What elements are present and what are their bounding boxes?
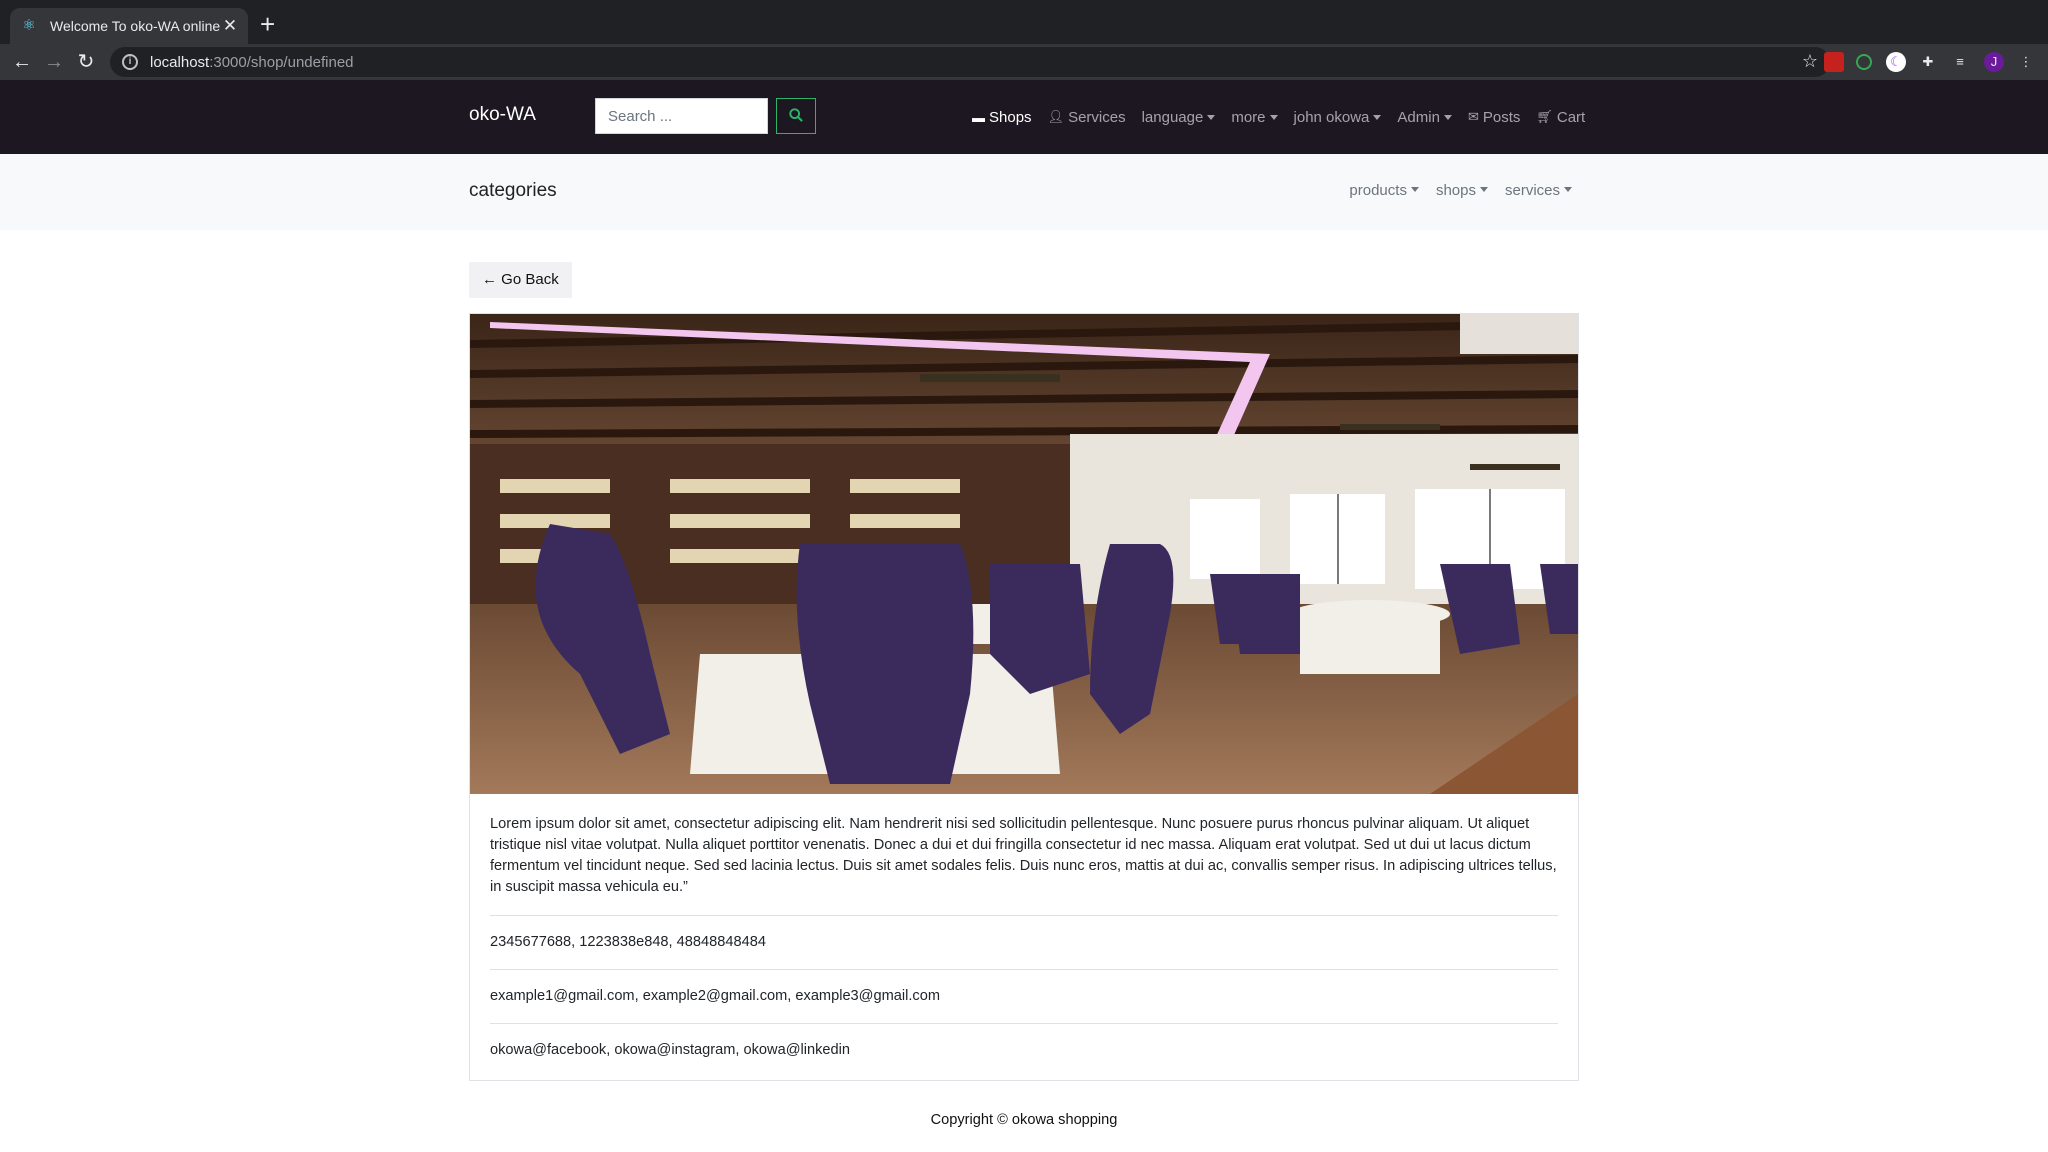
react-favicon-icon: ⚛ xyxy=(22,17,36,34)
shop-phones: 2345677688, 1223838e848, 48848848484 xyxy=(490,934,766,950)
nav-services-label: Services xyxy=(1068,108,1126,126)
forward-icon[interactable]: → xyxy=(40,48,68,76)
footer-copyright: Copyright © okowa shopping xyxy=(930,1112,1118,1128)
nav-language-label: language xyxy=(1141,108,1204,126)
cat-products-dropdown[interactable]: products xyxy=(1349,182,1419,199)
search-icon xyxy=(789,108,803,122)
extension-green-icon[interactable] xyxy=(1856,54,1872,70)
site-info-icon[interactable]: i xyxy=(122,54,138,70)
browser-tabstrip: ⚛ Welcome To oko-WA online St ✕ + xyxy=(0,0,2048,44)
search-input[interactable] xyxy=(595,98,768,134)
categories-bar: categories products shops services xyxy=(0,154,2048,230)
close-tab-icon[interactable]: ✕ xyxy=(222,16,238,36)
url-host: localhost xyxy=(150,53,210,71)
shop-description: Lorem ipsum dolor sit amet, consectetur … xyxy=(490,816,1557,895)
nav-user-label: john okowa xyxy=(1293,108,1370,126)
categories-links: products shops services xyxy=(1332,182,1572,199)
cart-icon: 🛒︎ xyxy=(1536,109,1553,124)
shop-socials: okowa@facebook, okowa@instagram, okowa@l… xyxy=(490,1042,851,1058)
address-bar[interactable]: i localhost:3000/shop/undefined ☆ xyxy=(110,47,1830,77)
nav-user-dropdown[interactable]: john okowa xyxy=(1294,109,1382,126)
nav-more-dropdown[interactable]: more xyxy=(1231,109,1277,126)
nav-admin-label: Admin xyxy=(1397,108,1440,126)
go-back-button[interactable]: ← Go Back xyxy=(469,262,572,298)
cat-services-dropdown[interactable]: services xyxy=(1505,182,1572,199)
top-navbar: oko-WA ▬ Shops 👤︎ Services language more… xyxy=(0,80,2048,154)
extension-moon-icon[interactable]: ☾ xyxy=(1886,52,1906,72)
browser-toolbar: ← → ↻ i localhost:3000/shop/undefined ☆ … xyxy=(0,44,2048,80)
browser-menu-icon[interactable]: ⋮ xyxy=(2016,52,2036,72)
nav-links: ▬ Shops 👤︎ Services language more john o… xyxy=(972,80,1601,154)
shop-image xyxy=(470,314,1578,794)
nav-shops-label: Shops xyxy=(989,108,1032,126)
new-tab-icon[interactable]: + xyxy=(260,10,275,38)
categories-title[interactable]: categories xyxy=(469,180,557,202)
nav-shops[interactable]: ▬ Shops xyxy=(972,109,1032,126)
nav-language-dropdown[interactable]: language xyxy=(1142,109,1216,126)
nav-posts[interactable]: ✉ Posts xyxy=(1468,109,1520,126)
profile-avatar[interactable]: J xyxy=(1984,52,2004,72)
nav-more-label: more xyxy=(1231,108,1266,126)
extension-red-icon[interactable] xyxy=(1824,52,1844,72)
nav-admin-dropdown[interactable]: Admin xyxy=(1397,109,1452,126)
envelope-icon: ✉ xyxy=(1467,109,1479,124)
bookmark-star-icon[interactable]: ☆ xyxy=(1802,51,1818,72)
nav-cart[interactable]: 🛒︎ Cart xyxy=(1536,109,1585,126)
reload-icon[interactable]: ↻ xyxy=(72,48,100,76)
media-queue-icon[interactable]: ≡ xyxy=(1950,52,1970,72)
go-back-label: Go Back xyxy=(501,271,559,288)
arrow-left-icon: ← xyxy=(482,271,497,288)
store-icon: ▬ xyxy=(972,109,985,125)
shop-card: Lorem ipsum dolor sit amet, consectetur … xyxy=(469,313,1579,1081)
shop-details: Lorem ipsum dolor sit amet, consectetur … xyxy=(490,814,1558,1077)
back-icon[interactable]: ← xyxy=(8,48,36,76)
person-icon: 👤︎ xyxy=(1047,109,1065,124)
browser-tab[interactable]: ⚛ Welcome To oko-WA online St ✕ xyxy=(10,8,248,44)
nav-posts-label: Posts xyxy=(1482,108,1521,126)
restaurant-photo xyxy=(470,314,1578,794)
nav-cart-label: Cart xyxy=(1556,108,1586,126)
shop-emails: example1@gmail.com, example2@gmail.com, … xyxy=(490,988,940,1004)
search-button[interactable] xyxy=(776,98,816,134)
extensions-puzzle-icon[interactable]: ✚ xyxy=(1918,52,1938,72)
cat-shops-dropdown[interactable]: shops xyxy=(1436,182,1488,199)
url-path: :3000/shop/undefined xyxy=(209,53,354,71)
brand-logo[interactable]: oko-WA xyxy=(469,104,536,126)
nav-services[interactable]: 👤︎ Services xyxy=(1048,109,1126,126)
url-text: localhost:3000/shop/undefined xyxy=(150,54,354,71)
tab-title: Welcome To oko-WA online St xyxy=(50,18,222,34)
